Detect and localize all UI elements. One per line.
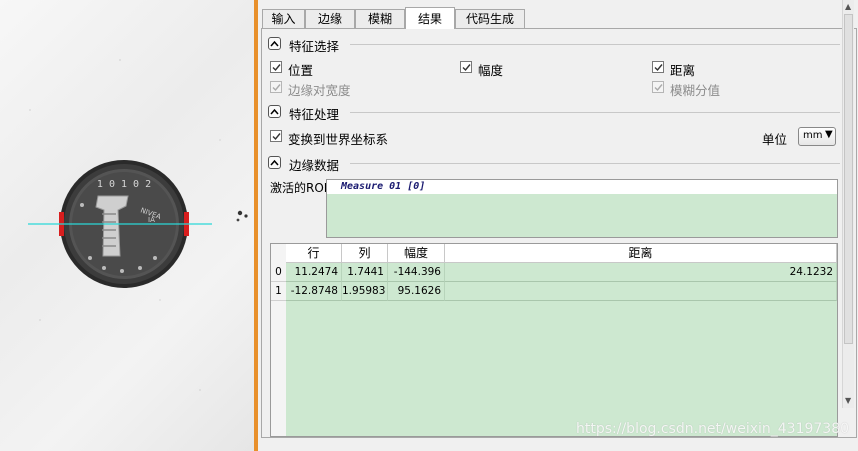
edge-width-label: 边缘对宽度 [288, 83, 351, 98]
position-label: 位置 [288, 63, 314, 78]
row-index: 0 [271, 263, 286, 282]
watermark: https://blog.csdn.net/weixin_43197380 [576, 421, 850, 437]
unit-select[interactable]: mm ▼ [798, 127, 836, 146]
tab-codegen[interactable]: 代码生成 [455, 9, 525, 28]
chevron-up-icon [270, 159, 279, 166]
debris-dot [237, 210, 243, 216]
chevron-up-icon [270, 40, 279, 47]
vertical-scrollbar[interactable]: ▲ ▼ [842, 0, 854, 408]
image-canvas[interactable]: 1 0 1 0 2 NIVEA IA [0, 0, 254, 451]
edge-data-table[interactable]: 行 列 幅度 距离 0 11.2474 1.7441 -144.396 24.1… [270, 243, 838, 437]
assistant-panel: 输入 边缘 模糊 结果 代码生成 特征选择 位置 幅度 距离 边缘对宽度 模糊分… [258, 0, 858, 451]
check-icon [272, 64, 281, 72]
roi-list-item[interactable]: Measure 01 [0] [327, 180, 837, 194]
cell-amplitude: -144.396 [388, 263, 445, 282]
feature-select-title: 特征选择 [289, 39, 340, 54]
cell-distance: 24.1232 [445, 263, 837, 282]
check-icon [654, 84, 663, 92]
section-divider [350, 112, 840, 113]
edge-data-header: 边缘数据 [268, 155, 848, 173]
feature-select-header: 特征选择 [268, 36, 848, 54]
collapse-feature-process-button[interactable] [268, 105, 281, 118]
collapse-feature-select-button[interactable] [268, 37, 281, 50]
unit-select-value: mm [803, 130, 823, 141]
dropdown-arrow-icon: ▼ [825, 129, 833, 140]
active-roi-label: 激活的ROI [270, 181, 328, 195]
section-divider [350, 44, 840, 45]
result-tab-content: 特征选择 位置 幅度 距离 边缘对宽度 模糊分值 特征处理 变换到世界坐标系 单… [261, 28, 857, 438]
feature-process-title: 特征处理 [289, 107, 340, 122]
blur-score-label: 模糊分值 [670, 83, 721, 98]
edge-data-title: 边缘数据 [289, 158, 340, 173]
scroll-up-icon[interactable]: ▲ [845, 2, 851, 11]
scroll-thumb[interactable] [844, 14, 853, 344]
active-roi-list[interactable]: Measure 01 [0] [326, 179, 838, 238]
tab-blur[interactable]: 模糊 [355, 9, 405, 28]
cell-col: 1.95983 [342, 282, 388, 301]
unit-label: 单位 [762, 132, 788, 147]
scroll-down-icon[interactable]: ▼ [845, 396, 851, 405]
cell-col: 1.7441 [342, 263, 388, 282]
check-icon [462, 64, 471, 72]
check-icon [272, 133, 281, 141]
cell-row: 11.2474 [286, 263, 342, 282]
tab-edge[interactable]: 边缘 [305, 9, 355, 28]
chevron-up-icon [270, 108, 279, 115]
cell-row: -12.8748 [286, 282, 342, 301]
coin-top-text: 1 0 1 0 2 [97, 179, 151, 190]
tab-result[interactable]: 结果 [405, 7, 455, 29]
feature-process-header: 特征处理 [268, 104, 848, 122]
col-header-amplitude[interactable]: 幅度 [388, 244, 445, 263]
distance-label: 距离 [670, 63, 696, 78]
col-header-distance[interactable]: 距离 [445, 244, 837, 263]
debris-dot [236, 218, 240, 222]
check-icon [272, 84, 281, 92]
collapse-edge-data-button[interactable] [268, 156, 281, 169]
col-header-col[interactable]: 列 [342, 244, 388, 263]
status-strip [258, 440, 858, 451]
col-header-row[interactable]: 行 [286, 244, 342, 263]
world-transform-label: 变换到世界坐标系 [288, 132, 389, 147]
image-view[interactable]: 1 0 1 0 2 NIVEA IA [0, 0, 254, 451]
tab-input[interactable]: 输入 [262, 9, 305, 28]
section-divider [350, 163, 840, 164]
cell-amplitude: 95.1626 [388, 282, 445, 301]
amplitude-label: 幅度 [478, 63, 504, 78]
coin-sub-text: IA [148, 216, 155, 224]
check-icon [654, 64, 663, 72]
debris-dot [244, 214, 248, 218]
cell-distance [445, 282, 837, 301]
row-index: 1 [271, 282, 286, 301]
